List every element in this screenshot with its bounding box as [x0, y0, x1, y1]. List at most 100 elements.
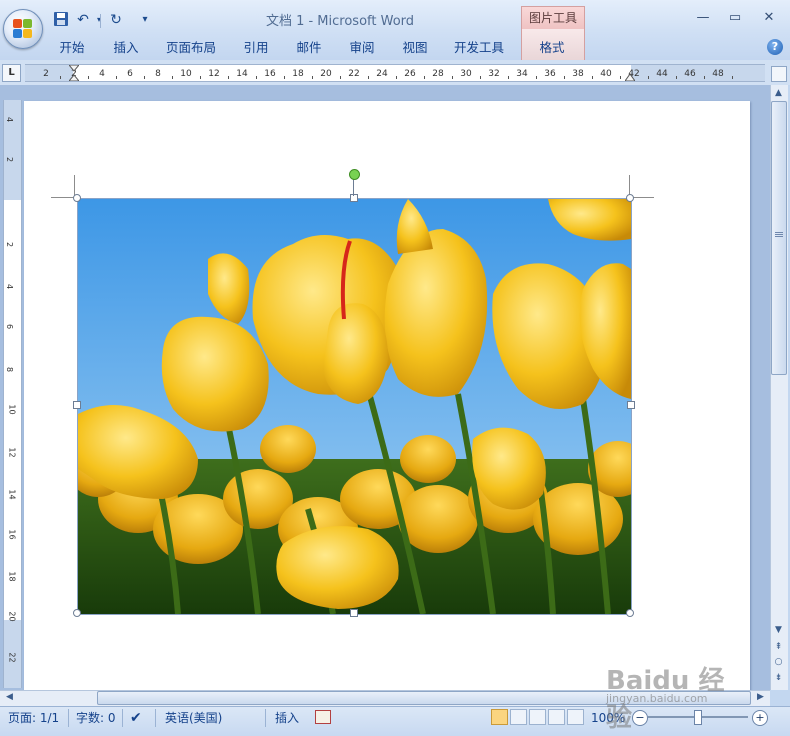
status-separator: [155, 709, 156, 727]
window-title: 文档 1 - Microsoft Word: [265, 14, 415, 29]
view-ruler-button[interactable]: [771, 66, 787, 82]
proofing-icon[interactable]: ✔: [130, 710, 142, 726]
draft-view-button[interactable]: [567, 709, 584, 725]
minimize-button[interactable]: —: [690, 8, 716, 28]
resize-handle-top[interactable]: [350, 194, 358, 202]
tab-review[interactable]: 审阅: [342, 38, 382, 58]
ruler-number: 10: [180, 69, 192, 79]
ruler-tick: [340, 76, 341, 79]
undo-dropdown-icon[interactable]: ▾: [90, 11, 108, 29]
tab-references[interactable]: 引用: [236, 38, 276, 58]
resize-handle-top-left[interactable]: [73, 194, 81, 202]
outline-view-button[interactable]: [548, 709, 565, 725]
ruler-tick: [564, 76, 565, 79]
horizontal-ruler[interactable]: 2 2 4 6 8 10 12 14 16 18 20 22 24 26 28 30 32 34 36 38 40 42 4…: [25, 64, 765, 82]
baidu-watermark-logo: Baidu 经验: [606, 666, 725, 733]
ruler-tick: [704, 76, 705, 79]
zoom-out-icon[interactable]: −: [632, 710, 648, 726]
next-page-icon[interactable]: ⇟: [771, 671, 786, 686]
resize-handle-right[interactable]: [627, 401, 635, 409]
resize-handle-top-right[interactable]: [626, 194, 634, 202]
resize-handle-left[interactable]: [73, 401, 81, 409]
language-indicator[interactable]: 英语(美国): [165, 710, 222, 726]
ruler-number: 6: [127, 69, 133, 79]
scroll-up-arrow-icon[interactable]: ▲: [771, 86, 786, 101]
web-layout-view-button[interactable]: [529, 709, 546, 725]
macro-record-icon[interactable]: [315, 710, 331, 724]
help-icon[interactable]: ?: [767, 39, 783, 55]
ruler-tick: [732, 76, 733, 79]
vertical-ruler[interactable]: 4 2 2 4 6 8 10 12 14 16 18 20 22: [3, 100, 22, 688]
ruler-number: 20: [7, 611, 17, 622]
ruler-tick: [452, 76, 453, 79]
ruler-tick: [312, 76, 313, 79]
rotate-handle[interactable]: [349, 169, 360, 180]
tab-developer[interactable]: 开发工具: [448, 38, 510, 58]
ruler-tick: [536, 76, 537, 79]
ruler-number: 16: [7, 529, 17, 540]
ruler-tick: [256, 76, 257, 79]
scroll-left-arrow-icon[interactable]: ◀: [2, 690, 17, 705]
ruler-number: 14: [7, 489, 17, 500]
word-count[interactable]: 字数: 0: [76, 710, 116, 726]
ruler-tick: [144, 76, 145, 79]
inserted-picture[interactable]: [77, 198, 632, 615]
ruler-tick: [200, 76, 201, 79]
ruler-number: 18: [7, 571, 17, 582]
ruler-number: 48: [712, 69, 724, 79]
baidu-watermark-url: jingyan.baidu.com: [606, 692, 708, 705]
resize-handle-bottom-left[interactable]: [73, 609, 81, 617]
select-browse-object-icon[interactable]: ○: [771, 655, 786, 670]
zoom-in-icon[interactable]: +: [752, 710, 768, 726]
ruler-number: 40: [600, 69, 612, 79]
print-layout-view-button[interactable]: [491, 709, 508, 725]
ruler-number: 12: [208, 69, 220, 79]
ruler-tick: [676, 76, 677, 79]
ruler-number: 26: [404, 69, 416, 79]
ruler-number: 24: [376, 69, 388, 79]
redo-icon[interactable]: ↻: [107, 11, 125, 29]
vertical-scroll-thumb[interactable]: [771, 101, 787, 375]
previous-page-icon[interactable]: ⇞: [771, 640, 786, 655]
tab-format[interactable]: 格式: [528, 38, 576, 58]
ruler-number: 46: [684, 69, 696, 79]
ruler-tick: [368, 76, 369, 79]
ruler-tick: [228, 76, 229, 79]
full-screen-reading-view-button[interactable]: [510, 709, 527, 725]
save-icon[interactable]: [52, 11, 70, 29]
ruler-number: 14: [236, 69, 248, 79]
zoom-slider-thumb[interactable]: [694, 710, 702, 725]
ruler-number: 6: [5, 323, 15, 330]
tab-selector[interactable]: L: [2, 64, 21, 82]
ruler-number: 38: [572, 69, 584, 79]
ruler-number: 22: [7, 652, 17, 663]
maximize-button[interactable]: ▭: [722, 8, 748, 28]
customize-qat-icon[interactable]: ▾: [136, 11, 154, 29]
ruler-tick: [88, 76, 89, 79]
right-indent-marker-icon[interactable]: [625, 71, 635, 81]
tab-insert[interactable]: 插入: [106, 38, 146, 58]
page-count[interactable]: 页面: 1/1: [8, 710, 59, 726]
tab-mailings[interactable]: 邮件: [289, 38, 329, 58]
ruler-tick: [396, 76, 397, 79]
insert-mode-indicator[interactable]: 插入: [275, 710, 299, 726]
indent-marker-icon[interactable]: [69, 65, 79, 81]
office-button[interactable]: [3, 9, 43, 49]
tab-view[interactable]: 视图: [395, 38, 435, 58]
resize-handle-bottom[interactable]: [350, 609, 358, 617]
ruler-number: 28: [432, 69, 444, 79]
ruler-tick: [592, 76, 593, 79]
tulip-photo: [78, 199, 631, 614]
ruler-tick: [172, 76, 173, 79]
tab-page-layout[interactable]: 页面布局: [160, 38, 222, 58]
ruler-tick: [508, 76, 509, 79]
tab-home[interactable]: 开始: [52, 38, 92, 58]
ruler-tick: [480, 76, 481, 79]
ruler-tick: [284, 76, 285, 79]
ruler-tick: [620, 76, 621, 79]
resize-handle-bottom-right[interactable]: [626, 609, 634, 617]
close-button[interactable]: ✕: [756, 8, 782, 28]
ruler-number: 8: [155, 69, 161, 79]
scroll-down-arrow-icon[interactable]: ▼: [771, 623, 786, 638]
ruler-number: 4: [5, 283, 15, 290]
